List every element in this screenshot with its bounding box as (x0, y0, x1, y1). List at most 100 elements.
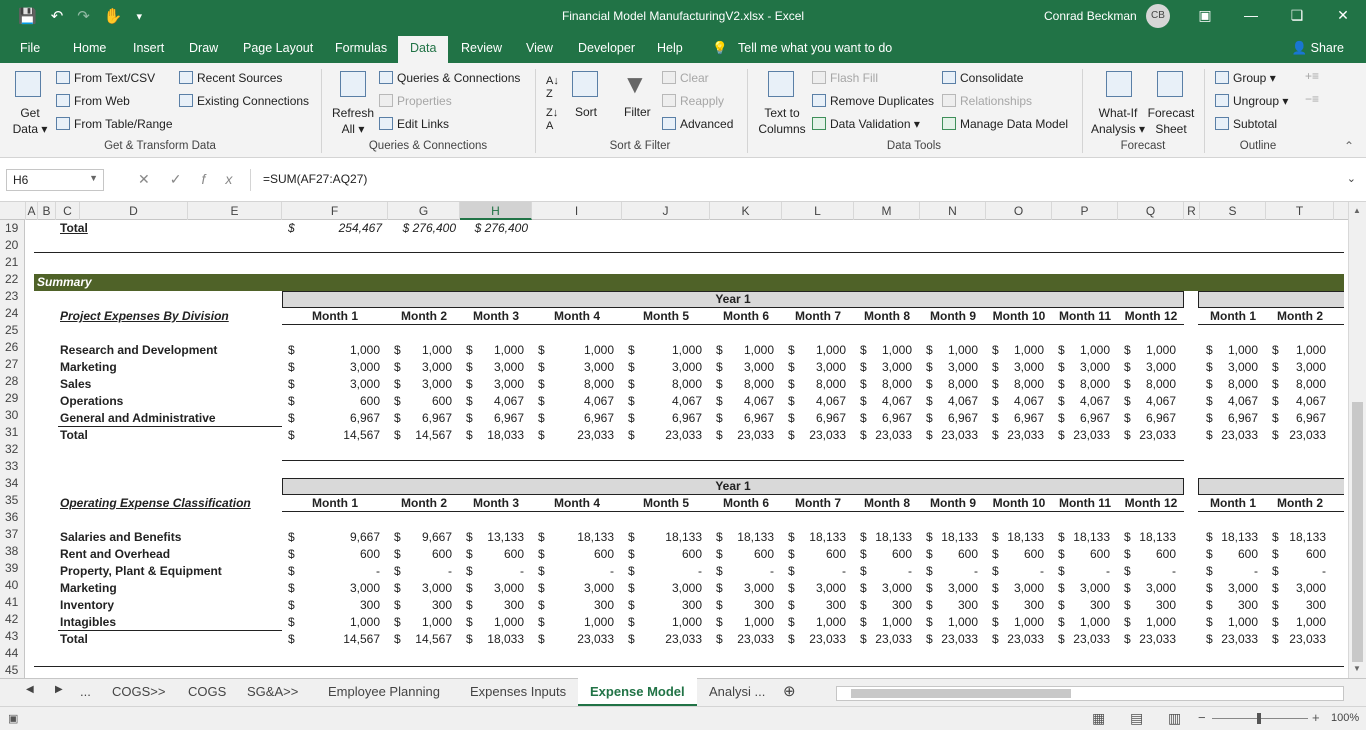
value-cell[interactable]: 600 (532, 546, 614, 563)
advanced-button[interactable]: Advanced (662, 117, 733, 131)
group-button[interactable]: Group ▾ (1215, 71, 1276, 85)
value-cell[interactable]: 300 (920, 597, 978, 614)
total-cell[interactable]: 23,033 (920, 631, 978, 648)
value-cell[interactable]: 1,000 (854, 614, 912, 631)
value-cell[interactable]: 3,000 (1052, 359, 1110, 376)
total-cell-next[interactable]: 23,033 (1200, 427, 1258, 444)
value-cell[interactable]: 3,000 (1118, 359, 1176, 376)
column-header[interactable]: I (532, 202, 622, 220)
month-header[interactable]: Month 2 (388, 495, 460, 512)
column-header[interactable]: J (622, 202, 710, 220)
tab-help[interactable]: Help (657, 41, 683, 55)
value-cell[interactable]: 1,000 (622, 614, 702, 631)
month-header[interactable]: Month 10 (986, 495, 1052, 512)
value-cell[interactable]: 3,000 (532, 580, 614, 597)
row-label[interactable]: General and Administrative (60, 410, 216, 427)
ribbon-display-icon[interactable]: ▣ (1182, 0, 1228, 33)
row-label[interactable]: Rent and Overhead (60, 546, 170, 563)
value-cell[interactable]: 600 (782, 546, 846, 563)
row-header[interactable]: 34 (0, 475, 25, 492)
month-header[interactable]: Month 5 (622, 308, 710, 325)
flash-fill-button[interactable]: Flash Fill (812, 71, 878, 85)
zoom-out-icon[interactable]: − (1198, 710, 1206, 725)
sheet-tab-employee-planning[interactable]: Employee Planning (328, 684, 440, 699)
value-cell[interactable]: 6,967 (854, 410, 912, 427)
month-header[interactable]: Month 8 (854, 495, 920, 512)
value-cell[interactable]: 600 (1118, 546, 1176, 563)
total-cell[interactable]: 23,033 (622, 427, 702, 444)
value-cell[interactable]: 300 (854, 597, 912, 614)
remove-duplicates-button[interactable]: Remove Duplicates (812, 94, 934, 108)
value-cell[interactable]: 3,000 (622, 359, 702, 376)
month-header[interactable]: Month 9 (920, 495, 986, 512)
value-cell[interactable]: 8,000 (622, 376, 702, 393)
value-cell[interactable]: 6,967 (710, 410, 774, 427)
value-cell-next[interactable]: 1,000 (1200, 342, 1258, 359)
column-header[interactable]: B (38, 202, 56, 220)
value-cell[interactable]: 300 (782, 597, 846, 614)
scroll-up-icon[interactable]: ▲ (1353, 206, 1361, 215)
value-cell-next[interactable]: 4,067 (1266, 393, 1326, 410)
value-cell[interactable]: 4,067 (854, 393, 912, 410)
value-cell[interactable]: 3,000 (986, 580, 1044, 597)
value-cell[interactable]: 8,000 (1118, 376, 1176, 393)
column-header[interactable]: D (80, 202, 188, 220)
add-sheet-icon[interactable]: ⊕ (783, 682, 796, 700)
value-cell[interactable]: 8,000 (1052, 376, 1110, 393)
column-header[interactable]: P (1052, 202, 1118, 220)
month-header[interactable]: Month 12 (1118, 308, 1184, 325)
user-name[interactable]: Conrad Beckman (1044, 9, 1137, 23)
formula-input[interactable]: =SUM(AF27:AQ27) (250, 169, 1360, 191)
value-cell[interactable]: 9,667 (282, 529, 380, 546)
row-header[interactable]: 25 (0, 322, 25, 339)
value-cell-next[interactable]: 6,967 (1200, 410, 1258, 427)
value-cell[interactable]: 1,000 (460, 342, 524, 359)
value-cell[interactable]: 1,000 (282, 342, 380, 359)
value-cell-next[interactable]: 1,000 (1266, 342, 1326, 359)
column-header[interactable]: O (986, 202, 1052, 220)
row-header[interactable]: 29 (0, 390, 25, 407)
row-header[interactable]: 35 (0, 492, 25, 509)
column-header[interactable]: C (56, 202, 80, 220)
properties-button[interactable]: Properties (379, 94, 452, 108)
value-cell[interactable]: 18,133 (920, 529, 978, 546)
total-cell[interactable]: 14,567 (388, 631, 452, 648)
section-title[interactable]: Operating Expense Classification (60, 495, 251, 512)
total-cell[interactable]: 23,033 (1118, 427, 1176, 444)
tab-developer[interactable]: Developer (578, 41, 635, 55)
hide-detail-icon[interactable]: −≡ (1305, 92, 1319, 106)
total-cell[interactable]: 18,033 (460, 631, 524, 648)
value-cell[interactable]: 6,967 (1052, 410, 1110, 427)
section-title[interactable]: Project Expenses By Division (60, 308, 229, 325)
value-cell-next[interactable]: 8,000 (1200, 376, 1258, 393)
horizontal-scrollbar[interactable] (836, 686, 1344, 701)
row-header[interactable]: 20 (0, 237, 25, 254)
value-cell[interactable]: 3,000 (460, 580, 524, 597)
total-cell-next[interactable]: 23,033 (1200, 631, 1258, 648)
total-cell[interactable]: 23,033 (1052, 631, 1110, 648)
tab-data[interactable]: Data (398, 36, 449, 63)
row-header[interactable]: 41 (0, 594, 25, 611)
value-cell-next[interactable]: 18,133 (1200, 529, 1258, 546)
tab-formulas[interactable]: Formulas (335, 41, 387, 55)
data-validation-button[interactable]: Data Validation ▾ (812, 117, 920, 131)
page-break-view-icon[interactable]: ▥ (1168, 710, 1181, 727)
sheet-tab-cogs[interactable]: COGS (188, 684, 226, 699)
scroll-thumb[interactable] (1352, 402, 1363, 662)
month-header[interactable]: Month 4 (532, 495, 622, 512)
total-cell[interactable]: 23,033 (532, 631, 614, 648)
value-cell[interactable]: 8,000 (710, 376, 774, 393)
value-cell[interactable]: 3,000 (282, 376, 380, 393)
month-header[interactable]: Month 5 (622, 495, 710, 512)
month-header[interactable]: Month 2 (388, 308, 460, 325)
value-cell-next[interactable]: - (1200, 563, 1258, 580)
page-layout-view-icon[interactable]: ▤ (1130, 710, 1143, 727)
tab-page-layout[interactable]: Page Layout (243, 41, 313, 55)
tab-home[interactable]: Home (73, 41, 106, 55)
value-cell[interactable]: 4,067 (622, 393, 702, 410)
sheet-tab-expenses-inputs[interactable]: Expenses Inputs (470, 684, 566, 699)
value-cell[interactable]: 600 (622, 546, 702, 563)
month-header-next[interactable]: Month 2 (1266, 495, 1334, 512)
collapse-ribbon-icon[interactable]: ⌃ (1344, 139, 1354, 153)
zoom-level[interactable]: 100% (1331, 712, 1359, 724)
